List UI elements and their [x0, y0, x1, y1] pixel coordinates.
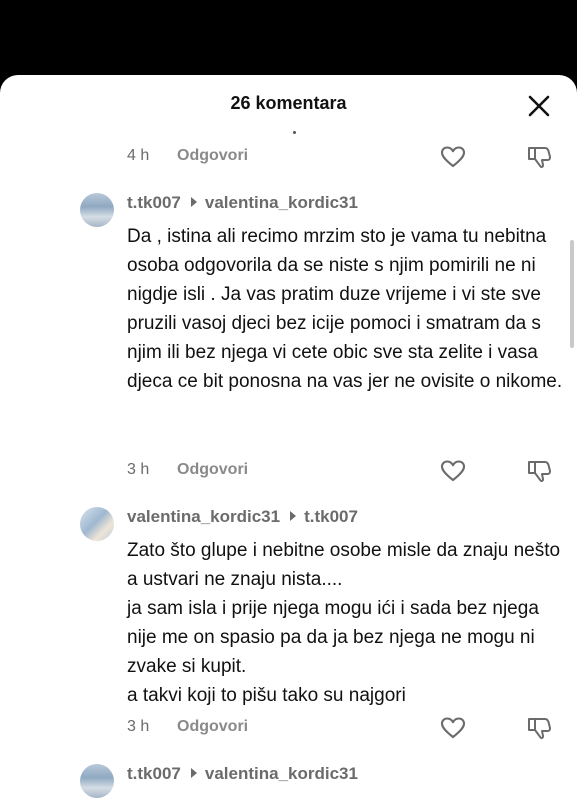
comment-text: Zato što glupe i nebitne osobe misle da … — [127, 536, 567, 710]
avatar[interactable] — [80, 764, 114, 798]
thumbs-down-icon — [528, 718, 552, 740]
comment-time: 3 h — [127, 718, 150, 735]
dislike-button[interactable] — [526, 145, 552, 169]
reply-arrow-icon — [190, 197, 197, 207]
heart-icon — [440, 460, 466, 482]
comment-meta-row: 4 h Odgovori — [127, 145, 567, 169]
comment-author-line: valentina_kordic31 t.tk007 — [127, 507, 358, 529]
reply-to-name[interactable]: t.tk007 — [304, 507, 358, 526]
comment-text: Da , istina ali recimo mrzim sto je vama… — [127, 226, 563, 392]
dislike-button[interactable] — [526, 459, 552, 483]
avatar[interactable] — [80, 193, 114, 227]
close-button[interactable] — [526, 93, 552, 119]
avatar[interactable] — [80, 507, 114, 541]
scrollbar[interactable] — [570, 240, 574, 348]
scroll-indicator-dot — [293, 131, 296, 134]
reply-arrow-icon — [290, 511, 297, 521]
thumbs-down-icon — [528, 461, 552, 483]
author-name[interactable]: valentina_kordic31 — [127, 507, 280, 526]
close-icon — [528, 95, 550, 117]
comment-author-line: t.tk007 valentina_kordic31 — [127, 764, 358, 786]
comment-time: 4 h — [127, 147, 150, 164]
reply-button[interactable]: Odgovori — [177, 718, 248, 736]
dislike-button[interactable] — [526, 716, 552, 740]
reply-to-name[interactable]: valentina_kordic31 — [205, 193, 358, 212]
comment-author-line: t.tk007 valentina_kordic31 — [127, 193, 358, 215]
comments-header: 26 komentara — [0, 75, 577, 131]
reply-button[interactable]: Odgovori — [177, 147, 248, 165]
comments-count-title: 26 komentara — [230, 93, 347, 113]
author-name[interactable]: t.tk007 — [127, 764, 181, 783]
author-name[interactable]: t.tk007 — [127, 193, 181, 212]
comment-line: ja sam isla i prije njega mogu ići i sad… — [127, 598, 539, 677]
comment-line: a takvi koji to pišu tako su najgori — [127, 685, 406, 706]
reply-to-name[interactable]: valentina_kordic31 — [205, 764, 358, 783]
comment-line: Zato što glupe i nebitne osobe misle da … — [127, 540, 561, 590]
comments-sheet: 26 komentara 4 h Odgovori t.tk007 valenti… — [0, 75, 577, 800]
heart-icon — [440, 146, 466, 168]
comment-meta-row: 3 h Odgovori — [127, 459, 567, 483]
like-button[interactable] — [440, 145, 466, 169]
comment-meta-row: 3 h Odgovori — [127, 716, 567, 740]
heart-icon — [440, 717, 466, 739]
like-button[interactable] — [440, 716, 466, 740]
reply-button[interactable]: Odgovori — [177, 461, 248, 479]
reply-arrow-icon — [190, 768, 197, 778]
comment-time: 3 h — [127, 461, 150, 478]
thumbs-down-icon — [528, 147, 552, 169]
like-button[interactable] — [440, 459, 466, 483]
